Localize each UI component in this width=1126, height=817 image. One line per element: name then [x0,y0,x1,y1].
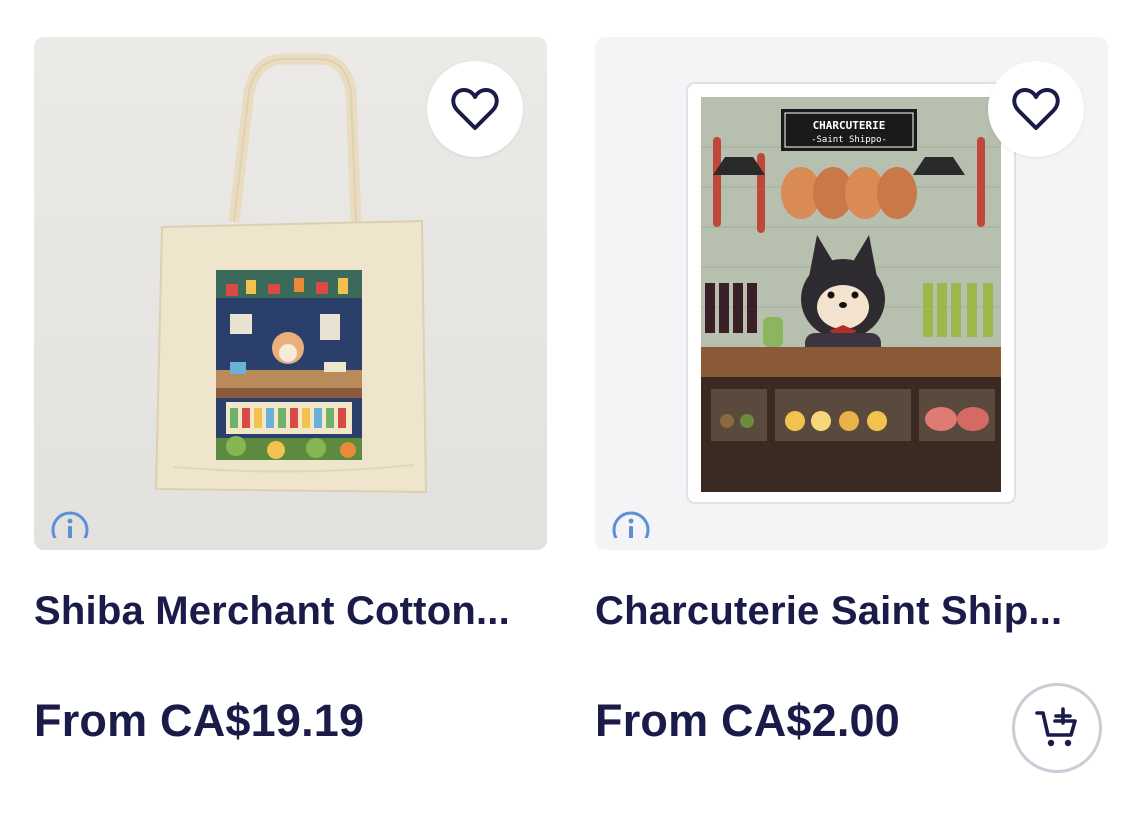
product-card-tote[interactable]: Shiba Merchant Cotton... From CA$19.19 [34,37,547,746]
tote-print [216,270,362,460]
info-icon[interactable] [50,510,90,538]
favorite-button[interactable] [427,61,523,157]
favorite-button[interactable] [988,61,1084,157]
add-to-cart-button[interactable] [1012,683,1102,773]
heart-outline-icon [451,88,499,130]
product-price: From CA$2.00 [595,695,901,746]
product-title[interactable]: Shiba Merchant Cotton... [34,589,547,634]
product-price: From CA$19.19 [34,695,365,746]
heart-outline-icon [1012,88,1060,130]
add-to-cart-icon [1035,707,1077,747]
product-title[interactable]: Charcuterie Saint Ship... [595,589,1108,634]
product-card-sticker[interactable]: CHARCUTERIE -Saint Shippo- Charcuterie S… [595,37,1108,773]
info-icon[interactable] [611,510,651,538]
sign-line1: CHARCUTERIE [813,119,886,132]
product-image-tote[interactable] [34,37,547,550]
sign-line2: -Saint Shippo- [811,135,887,145]
product-image-sticker[interactable]: CHARCUTERIE -Saint Shippo- [595,37,1108,550]
